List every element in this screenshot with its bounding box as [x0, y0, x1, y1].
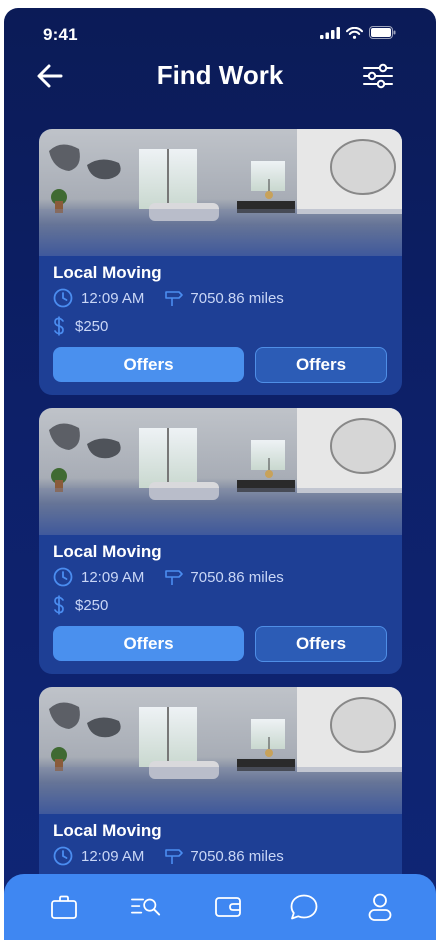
job-price-row: $250: [53, 316, 108, 336]
filter-sliders-icon[interactable]: [362, 62, 394, 90]
wifi-icon: [346, 26, 363, 39]
job-photo: [39, 687, 402, 814]
nav-find-work[interactable]: [130, 892, 162, 922]
job-title: Local Moving: [53, 263, 162, 282]
nav-jobs[interactable]: [48, 892, 80, 922]
job-price-row: $250: [53, 595, 108, 615]
signpost-icon: [165, 849, 184, 864]
signpost-icon: [165, 291, 184, 306]
nav-profile[interactable]: [364, 892, 396, 922]
chat-icon: [290, 894, 318, 920]
profile-icon: [368, 893, 392, 921]
job-price: $250: [75, 317, 109, 335]
status-time: 9:41: [43, 25, 78, 44]
job-time: 12:09 AM: [81, 847, 145, 865]
offers-secondary-button[interactable]: Offers: [255, 347, 387, 383]
offers-button[interactable]: Offers: [53, 626, 244, 661]
status-bar: 9:41: [4, 8, 436, 58]
app-screen: 9:41 Find Work Local Moving 12:09 AM 705…: [4, 8, 436, 940]
dollar-icon: [54, 316, 64, 336]
job-distance: 7050.86 miles: [164, 847, 284, 865]
nav-messages[interactable]: [288, 892, 320, 922]
dollar-icon: [54, 595, 64, 615]
job-distance-value: 7050.86 miles: [190, 847, 284, 865]
job-distance: 7050.86 miles: [164, 289, 284, 307]
job-time: 12:09 AM: [81, 289, 145, 307]
job-distance-value: 7050.86 miles: [190, 289, 284, 307]
nav-wallet[interactable]: [212, 892, 244, 922]
offers-secondary-button[interactable]: Offers: [255, 626, 387, 662]
clock-icon: [53, 846, 73, 866]
job-distance-value: 7050.86 miles: [190, 568, 284, 586]
job-distance: 7050.86 miles: [164, 568, 284, 586]
job-price: $250: [75, 596, 109, 614]
job-photo: [39, 408, 402, 535]
job-title: Local Moving: [53, 542, 162, 561]
status-icons: [320, 26, 396, 39]
job-info: Local Moving 12:09 AM 7050.86 miles: [39, 535, 402, 674]
bottom-nav: [4, 874, 436, 940]
clock-icon: [53, 288, 73, 308]
offers-button[interactable]: Offers: [53, 347, 244, 382]
header: Find Work: [4, 58, 436, 98]
signal-icon: [320, 26, 340, 39]
job-photo: [39, 129, 402, 256]
job-card[interactable]: Local Moving 12:09 AM 7050.86 miles: [39, 129, 402, 395]
job-title: Local Moving: [53, 821, 162, 840]
signpost-icon: [165, 570, 184, 585]
wallet-icon: [215, 897, 241, 917]
job-meta-row: 12:09 AM 7050.86 miles: [53, 567, 284, 587]
job-card[interactable]: Local Moving 12:09 AM 7050.86 miles: [39, 408, 402, 674]
job-time: 12:09 AM: [81, 568, 145, 586]
briefcase-icon: [51, 895, 77, 919]
clock-icon: [53, 567, 73, 587]
battery-icon: [369, 26, 396, 39]
job-meta-row: 12:09 AM 7050.86 miles: [53, 846, 284, 866]
job-info: Local Moving 12:09 AM 7050.86 miles: [39, 256, 402, 395]
job-list[interactable]: Local Moving 12:09 AM 7050.86 miles $250…: [4, 129, 436, 940]
job-meta-row: 12:09 AM 7050.86 miles: [53, 288, 284, 308]
search-list-icon: [131, 898, 161, 916]
